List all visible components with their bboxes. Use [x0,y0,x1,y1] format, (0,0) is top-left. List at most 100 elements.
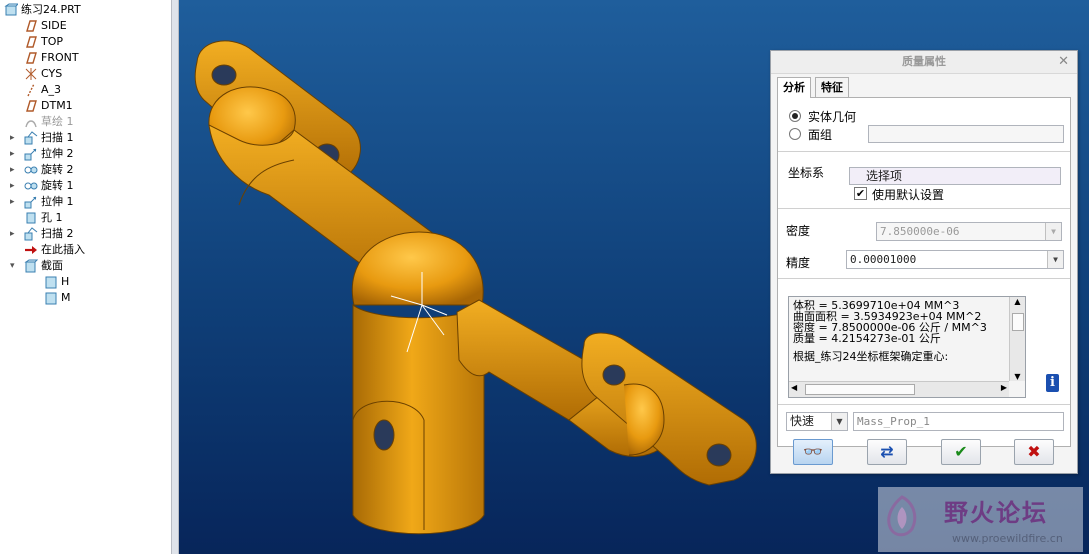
tab-feature[interactable]: 特征 [815,77,849,98]
result-mass: 质量 = 4.2154273e-01 公斤 [793,332,941,345]
tree-item[interactable]: ▸ 拉伸 1 [10,194,74,210]
mode-select[interactable]: 快速 ▼ [786,412,848,431]
expand-toggle-icon[interactable]: ▸ [10,178,20,194]
quilt-selector[interactable] [868,125,1064,143]
horizontal-scrollbar[interactable]: ◀ ▶ [789,381,1009,397]
accuracy-label: 精度 [786,256,811,270]
section-icon [24,259,38,273]
tree-item-label: SIDE [41,19,67,32]
use-default-label: 使用默认设置 [872,188,945,202]
expand-toggle-icon[interactable]: ▸ [10,146,20,162]
scroll-thumb[interactable] [1012,313,1024,331]
tree-item[interactable]: FRONT [24,50,79,66]
scroll-left-icon[interactable]: ◀ [791,383,797,392]
sketch-icon [25,120,37,128]
close-icon[interactable]: ✕ [1058,51,1069,73]
chevron-down-icon: ▼ [1045,223,1061,240]
tree-item[interactable]: ▸ 旋转 1 [10,178,74,194]
chevron-down-icon[interactable]: ▼ [831,413,847,430]
info-icon[interactable]: i [1046,374,1059,392]
results-lines: 体积 = 5.3699710e+04 MM^3 曲面面积 = 3.5934923… [793,300,987,362]
dialog-title: 质量属性 [902,55,946,68]
tree-item[interactable]: 孔 1 [24,210,63,226]
tree-subitem-label: M [61,291,71,304]
checkmark-icon: ✔ [954,442,968,461]
datum-plane-icon [26,52,37,64]
tree-item[interactable]: ▸ 扫描 2 [10,226,74,242]
watermark-title: 野火论坛 [944,499,1048,527]
tree-item[interactable]: ▸ 拉伸 2 [10,146,74,162]
expand-toggle-icon[interactable]: ▸ [10,226,20,242]
tree-item[interactable]: TOP [24,34,63,50]
model-tree: 练习24.PRT SIDE TOP FRONT CYS A_3 DTM1 草绘 1 ▸ 扫描 1… [0,0,171,554]
tree-item-label: FRONT [41,51,79,64]
tree-root[interactable]: 练习24.PRT [4,2,81,18]
mass-properties-dialog: 质量属性 ✕ 分析 特征 实体几何 面组 坐标系 选择项 ✔ 使用默认设置 密度… [770,50,1078,474]
insert-arrow-icon [25,246,37,254]
csys-label: 坐标系 [788,166,825,180]
dialog-title-bar: 质量属性 ✕ [771,51,1077,74]
expand-toggle-icon[interactable]: ▸ [10,130,20,146]
tree-item[interactable]: CYS [24,66,62,82]
tree-item[interactable]: A_3 [24,82,61,98]
datum-plane-icon [26,100,37,112]
tree-root-label: 练习24.PRT [21,3,81,16]
accuracy-select[interactable]: 0.00001000 ▼ [846,250,1064,269]
watermark: 野火论坛 www.proewildfire.cn [878,487,1083,552]
hscroll-thumb[interactable] [805,384,915,395]
tree-subitem-label: H [61,275,70,288]
tree-item-label: CYS [41,67,63,80]
revolve-icon [24,166,38,174]
mode-value: 快速 [790,414,815,428]
watermark-logo-icon [887,495,917,537]
tree-item-label: 旋转 2 [41,163,74,176]
tree-item-label: DTM1 [41,99,73,112]
tree-item[interactable]: 在此插入 [24,242,85,258]
tree-item[interactable]: ▾ 截面 [10,258,63,274]
tree-item[interactable]: DTM1 [24,98,73,114]
tree-item[interactable]: SIDE [24,18,67,34]
scroll-up-icon[interactable]: ▲ [1010,297,1025,306]
scroll-right-icon[interactable]: ▶ [1001,383,1007,392]
tree-item-label: TOP [41,35,64,48]
tree-item[interactable]: ▸ 旋转 2 [10,162,74,178]
watermark-url: www.proewildfire.cn [952,532,1063,545]
accuracy-value: 0.00001000 [850,253,917,266]
chevron-down-icon[interactable]: ▼ [1047,251,1063,268]
tree-item-label: 孔 1 [41,211,63,224]
quilt-label: 面组 [808,128,833,142]
scroll-down-icon[interactable]: ▼ [1010,372,1025,381]
results-textbox[interactable]: 体积 = 5.3699710e+04 MM^3 曲面面积 = 3.5934923… [788,296,1026,398]
extrude-icon [24,196,37,209]
revolve-icon [24,182,38,190]
tree-splitter[interactable] [171,0,179,554]
tree-item[interactable]: 草绘 1 [24,114,74,130]
analysis-name-input[interactable]: Mass_Prop_1 [853,412,1064,431]
solid-geometry-radio[interactable] [789,110,801,122]
sweep-icon [24,227,38,241]
solid-geometry-label: 实体几何 [808,110,857,124]
preview-button[interactable]: 👓 [793,439,833,465]
density-value: 7.850000e-06 [880,225,960,238]
tree-subitem[interactable]: M [44,290,71,306]
tree-item[interactable]: ▸ 扫描 1 [10,130,74,146]
cross-icon: ✖ [1027,442,1041,461]
tab-analysis[interactable]: 分析 [777,77,811,98]
datum-plane-icon [26,20,37,32]
datum-axis-icon [27,83,35,97]
tree-subitem[interactable]: H [44,274,69,290]
expand-toggle-icon[interactable]: ▾ [10,258,20,274]
glasses-icon: 👓 [803,442,823,461]
tree-item-label: 草绘 1 [41,115,74,128]
use-default-checkbox[interactable]: ✔ [854,187,867,200]
csys-select-button[interactable]: 选择项 [849,167,1061,185]
tree-item-label: 在此插入 [41,243,85,256]
expand-toggle-icon[interactable]: ▸ [10,194,20,210]
hole-icon [26,212,36,224]
repeat-button[interactable]: ⇄ [867,439,907,465]
ok-button[interactable]: ✔ [941,439,981,465]
quilt-radio[interactable] [789,128,801,140]
cancel-button[interactable]: ✖ [1014,439,1054,465]
expand-toggle-icon[interactable]: ▸ [10,162,20,178]
vertical-scrollbar[interactable]: ▲ ▼ [1009,297,1025,381]
